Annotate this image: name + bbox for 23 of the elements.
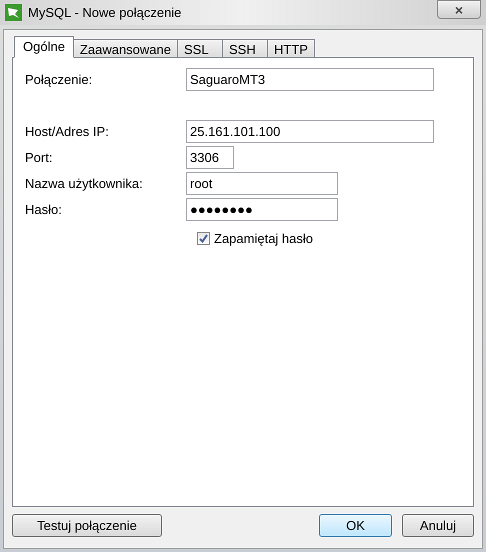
checkbox-label: Zapamiętaj hasło <box>214 230 313 248</box>
field-label: Połączenie: <box>24 70 94 89</box>
tab[interactable]: HTTP <box>266 39 315 58</box>
input-field[interactable]: SaguaroMT3 <box>186 68 434 91</box>
input-field[interactable]: ●●●●●●●● <box>186 198 338 221</box>
field-label: Port: <box>24 148 54 167</box>
tab[interactable]: SSL <box>176 39 223 58</box>
dialog-button[interactable]: Testuj połączenie <box>12 514 162 537</box>
dialog-button[interactable]: Anuluj <box>402 514 474 537</box>
tab[interactable]: Ogólne <box>14 36 74 58</box>
checkbox[interactable] <box>197 232 210 246</box>
close-button[interactable]: × <box>437 0 481 19</box>
field-label: Host/Adres IP: <box>24 122 110 141</box>
dialog-button[interactable]: OK <box>319 514 392 537</box>
field-label: Nazwa użytkownika: <box>24 174 144 193</box>
input-field[interactable]: 3306 <box>186 146 234 169</box>
input-field[interactable]: root <box>186 172 338 195</box>
window-title: MySQL - Nowe połączenie <box>28 4 182 22</box>
tab[interactable]: SSH <box>222 39 268 58</box>
field-label: Hasło: <box>24 200 63 219</box>
check-icon <box>199 234 208 244</box>
input-field[interactable]: 25.161.101.100 <box>186 120 434 143</box>
tab[interactable]: Zaawansowane <box>72 39 178 58</box>
